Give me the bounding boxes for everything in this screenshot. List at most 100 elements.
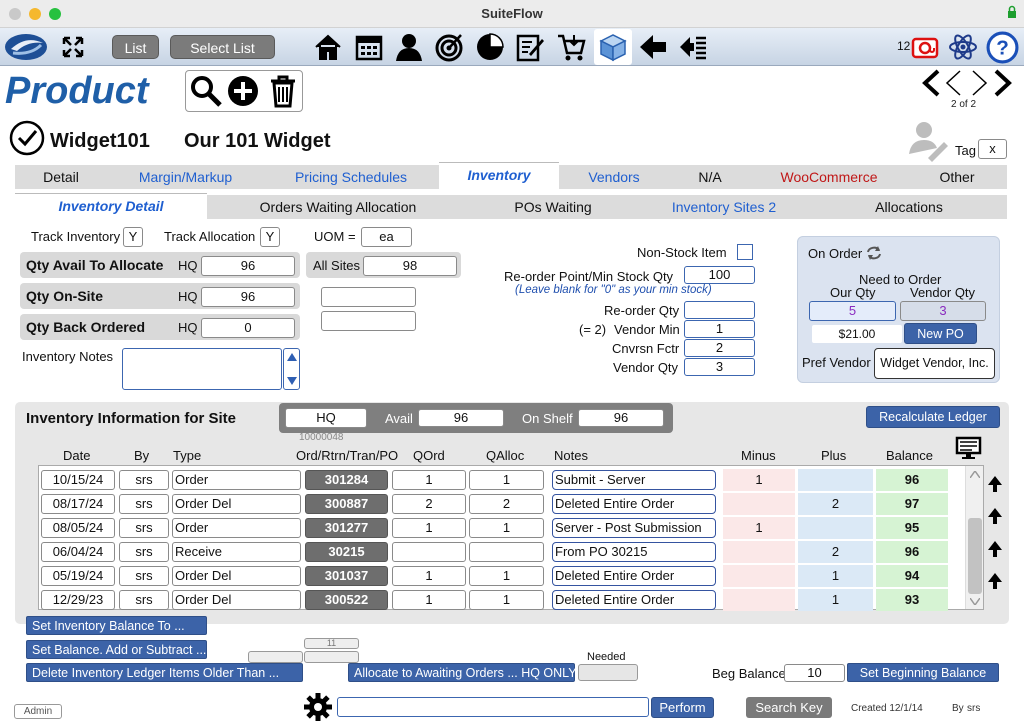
tab-pricing-schedules[interactable]: Pricing Schedules <box>264 165 438 189</box>
cell-by[interactable]: srs <box>119 518 169 538</box>
date-field[interactable] <box>304 651 359 663</box>
cell-type[interactable]: Order Del <box>172 566 301 586</box>
scroll-up-icon[interactable] <box>287 353 297 361</box>
box-icon[interactable] <box>598 32 628 62</box>
needed-field[interactable] <box>578 664 638 681</box>
tab-na[interactable]: N/A <box>669 165 751 189</box>
cell-qord[interactable]: 2 <box>392 494 466 514</box>
subtab-orders-waiting[interactable]: Orders Waiting Allocation <box>208 195 468 219</box>
scroll-down-icon[interactable] <box>287 377 297 385</box>
cell-qord[interactable]: 1 <box>392 470 466 490</box>
delete-older-button[interactable]: Delete Inventory Ledger Items Older Than… <box>26 663 303 682</box>
cell-qord[interactable]: 1 <box>392 518 466 538</box>
person-icon[interactable] <box>394 32 424 62</box>
reorder-qty-field[interactable] <box>684 301 755 319</box>
our-qty-field[interactable]: 5 <box>809 301 896 321</box>
table-row[interactable]: 06/04/24 srs Receive 30215 From PO 30215 2 96 <box>39 541 965 563</box>
cell-qalloc[interactable]: 1 <box>469 566 544 586</box>
table-row[interactable]: 05/19/24 srs Order Del 301037 1 1 Deleted Enti… <box>39 565 965 587</box>
cnvrsn-field[interactable]: 2 <box>684 339 755 357</box>
cell-date[interactable]: 06/04/24 <box>41 542 115 562</box>
add-icon[interactable] <box>226 74 260 108</box>
table-row[interactable]: 08/05/24 srs Order 301277 1 1 Server - Post Su… <box>39 517 965 539</box>
subtab-inventory-detail[interactable]: Inventory Detail <box>15 193 207 219</box>
nonstock-checkbox[interactable] <box>737 244 753 260</box>
beg-balance-field[interactable]: 10 <box>784 664 845 682</box>
site-onshelf-field[interactable]: 96 <box>578 409 664 427</box>
reorder-point-field[interactable]: 100 <box>684 266 755 284</box>
move-up-arrow-4[interactable] <box>988 573 1002 589</box>
track-inventory-field[interactable]: Y <box>123 227 143 247</box>
site-avail-field[interactable]: 96 <box>418 409 504 427</box>
days-field[interactable] <box>248 651 303 663</box>
cell-qord[interactable]: 1 <box>392 590 466 610</box>
cell-type[interactable]: Receive <box>172 542 301 562</box>
admin-badge[interactable]: Admin <box>14 704 62 719</box>
new-po-button[interactable]: New PO <box>904 323 977 344</box>
all-sites-field[interactable]: 98 <box>363 256 457 276</box>
cell-ord[interactable]: 300522 <box>305 590 388 610</box>
cell-date[interactable]: 10/15/24 <box>41 470 115 490</box>
cell-qord[interactable] <box>392 542 466 562</box>
subtab-inventory-sites[interactable]: Inventory Sites 2 <box>638 195 810 219</box>
table-row[interactable]: 10/15/24 srs Order 301284 1 1 Submit - Server 1… <box>39 469 965 491</box>
perform-button[interactable]: Perform <box>651 697 714 718</box>
cell-by[interactable]: srs <box>119 542 169 562</box>
notes-scroller[interactable] <box>283 348 300 390</box>
tab-inventory[interactable]: Inventory <box>439 162 559 189</box>
small-count-field[interactable]: 11 <box>304 638 359 649</box>
move-up-arrow-3[interactable] <box>988 541 1002 557</box>
cell-date[interactable]: 08/05/24 <box>41 518 115 538</box>
uom-field[interactable]: ea <box>361 227 412 247</box>
search-key-button[interactable]: Search Key <box>746 697 832 718</box>
site-field[interactable]: HQ <box>285 408 367 428</box>
user-edit-icon[interactable] <box>906 120 950 162</box>
cart-icon[interactable] <box>556 32 586 62</box>
checkmark-icon[interactable] <box>9 120 45 156</box>
calendar-icon[interactable] <box>354 32 384 62</box>
refresh-icon[interactable] <box>866 246 882 260</box>
qty-onsite-extra-field[interactable] <box>321 287 416 307</box>
qty-avail-hq-field[interactable]: 96 <box>201 256 295 276</box>
cell-type[interactable]: Order <box>172 470 301 490</box>
track-allocation-field[interactable]: Y <box>260 227 280 247</box>
atom-icon[interactable] <box>948 32 978 62</box>
subtab-allocations[interactable]: Allocations <box>811 195 1007 219</box>
cell-notes[interactable]: Deleted Entire Order <box>552 566 716 586</box>
select-list-button[interactable]: Select List <box>170 35 275 59</box>
tab-woocommerce[interactable]: WooCommerce <box>752 165 906 189</box>
perform-input[interactable] <box>337 697 649 717</box>
help-icon[interactable]: ? <box>986 31 1019 64</box>
cell-notes[interactable]: Server - Post Submission <box>552 518 716 538</box>
vendor-qty-field[interactable]: 3 <box>684 358 755 376</box>
cell-type[interactable]: Order Del <box>172 494 301 514</box>
pie-chart-icon[interactable] <box>475 32 505 62</box>
cell-notes[interactable]: Deleted Entire Order <box>552 494 716 514</box>
cell-date[interactable]: 05/19/24 <box>41 566 115 586</box>
tab-margin-markup[interactable]: Margin/Markup <box>108 165 263 189</box>
cell-by[interactable]: srs <box>119 590 169 610</box>
move-up-arrow-2[interactable] <box>988 508 1002 524</box>
scroll-up-icon[interactable] <box>970 471 980 478</box>
qty-backordered-extra-field[interactable] <box>321 311 416 331</box>
ledger-scrollbar[interactable] <box>965 466 983 609</box>
cell-ord[interactable]: 301037 <box>305 566 388 586</box>
cell-ord[interactable]: 300887 <box>305 494 388 514</box>
back-arrow-icon[interactable] <box>638 32 668 62</box>
list-button[interactable]: List <box>112 35 159 59</box>
list-arrow-icon[interactable] <box>678 32 708 62</box>
inventory-notes-field[interactable] <box>122 348 282 390</box>
cell-qalloc[interactable] <box>469 542 544 562</box>
mail-icon[interactable] <box>910 32 940 62</box>
cell-qord[interactable]: 1 <box>392 566 466 586</box>
tab-other[interactable]: Other <box>907 165 1007 189</box>
scroll-down-icon[interactable] <box>970 598 980 605</box>
scrollbar-thumb[interactable] <box>968 518 982 594</box>
qty-backordered-hq-field[interactable]: 0 <box>201 318 295 338</box>
cell-by[interactable]: srs <box>119 494 169 514</box>
cell-notes[interactable]: Deleted Entire Order <box>552 590 716 610</box>
cell-qalloc[interactable]: 1 <box>469 470 544 490</box>
move-up-arrow-1[interactable] <box>988 476 1002 492</box>
cell-type[interactable]: Order <box>172 518 301 538</box>
cell-ord[interactable]: 30215 <box>305 542 388 562</box>
